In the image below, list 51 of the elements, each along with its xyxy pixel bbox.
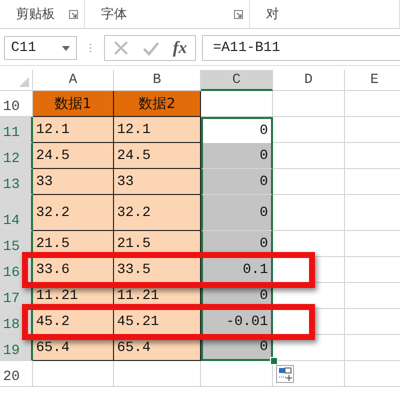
- table-cell: 0: [201, 195, 273, 231]
- quick-analysis-icon[interactable]: [276, 365, 294, 383]
- dialog-launcher-icon[interactable]: [69, 10, 78, 18]
- table-cell: 32.2: [33, 195, 114, 231]
- row-header[interactable]: 13: [0, 169, 33, 195]
- ribbon-group-label: 对: [266, 6, 279, 23]
- dropdown-caret-icon[interactable]: [62, 46, 70, 50]
- table-cell: 0.1: [201, 257, 273, 283]
- name-box[interactable]: C11: [4, 36, 78, 60]
- ribbon-group-label: 剪贴板: [16, 6, 55, 23]
- header-cell: 数据2: [114, 91, 201, 117]
- row-header[interactable]: 19: [0, 335, 33, 361]
- table-cell: -0.01: [201, 309, 273, 335]
- table-cell: [273, 169, 345, 195]
- formula-field[interactable]: =A11-B11: [202, 35, 400, 61]
- table-cell: 24.5: [33, 143, 114, 169]
- table-cell: 24.5: [114, 143, 201, 169]
- table-cell: [273, 195, 345, 231]
- table-cell: 33: [33, 169, 114, 195]
- table-cell: 45.2: [33, 309, 114, 335]
- row-header[interactable]: 20: [0, 361, 33, 387]
- corner-triangle-icon: [19, 77, 29, 87]
- row-header[interactable]: 15: [0, 231, 33, 257]
- dialog-launcher-icon[interactable]: [234, 10, 243, 18]
- row-header[interactable]: 10: [0, 91, 33, 117]
- column-header[interactable]: B: [114, 70, 201, 91]
- table-cell: 0: [201, 143, 273, 169]
- table-cell: 12.1: [114, 117, 201, 143]
- table-cell: [273, 91, 345, 117]
- fill-handle[interactable]: [270, 357, 278, 365]
- table-cell: 0: [201, 169, 273, 195]
- grip-icon: [89, 41, 92, 55]
- table-cell: 0: [201, 117, 273, 143]
- column-header[interactable]: D: [273, 70, 345, 91]
- column-header[interactable]: C: [201, 70, 273, 91]
- table-cell: 33.6: [33, 257, 114, 283]
- table-cell: 32.2: [114, 195, 201, 231]
- row-header[interactable]: 14: [0, 195, 33, 231]
- ribbon-group-label: 字体: [101, 6, 127, 23]
- table-cell: [273, 117, 345, 143]
- row-header[interactable]: 12: [0, 143, 33, 169]
- insert-function-button[interactable]: fx: [172, 38, 187, 58]
- column-header[interactable]: A: [33, 70, 114, 91]
- table-cell: [273, 143, 345, 169]
- table-cell: 33: [114, 169, 201, 195]
- table-cell: 12.1: [33, 117, 114, 143]
- table-cell: 33.5: [114, 257, 201, 283]
- table-cell: 45.21: [114, 309, 201, 335]
- row-header[interactable]: 11: [0, 117, 33, 143]
- header-cell: 数据1: [33, 91, 114, 117]
- checkmark-icon[interactable]: [142, 40, 159, 56]
